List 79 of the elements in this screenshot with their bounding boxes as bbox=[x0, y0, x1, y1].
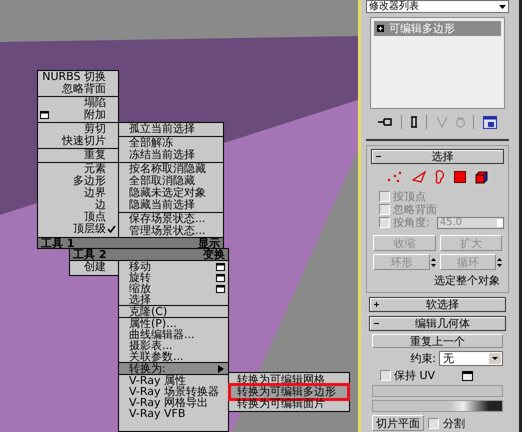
menu-item[interactable]: 摄影表... bbox=[119, 340, 228, 351]
repeat-last-button[interactable]: 重复上一个 bbox=[372, 334, 503, 348]
menu-item[interactable]: 关联参数... bbox=[119, 351, 228, 362]
configure-icon[interactable] bbox=[482, 116, 497, 128]
checkbox[interactable] bbox=[428, 418, 439, 428]
menu-item[interactable]: 转换为可编辑面片 bbox=[231, 398, 347, 410]
rollout-header[interactable]: 选择 bbox=[371, 149, 504, 164]
element-mode-icon[interactable] bbox=[475, 170, 488, 184]
header-title: 显示 bbox=[198, 238, 220, 248]
menu-item[interactable]: V-Ray 场景转换器 bbox=[119, 386, 228, 397]
menu-item[interactable]: 创建 bbox=[70, 261, 118, 273]
settings-box-icon[interactable] bbox=[216, 284, 225, 292]
checkbox[interactable] bbox=[379, 204, 390, 215]
menu-item[interactable]: 转换为: bbox=[119, 363, 228, 374]
menu-item[interactable]: 移动 bbox=[119, 261, 228, 272]
rollout-header[interactable]: 编辑几何体 bbox=[369, 316, 506, 331]
menu-item[interactable]: 缩放 bbox=[119, 283, 228, 294]
menu-item[interactable]: 旋转 bbox=[119, 272, 228, 283]
header-title: 工具 1 bbox=[41, 238, 74, 248]
menu-item[interactable]: 顶层级 bbox=[38, 223, 118, 235]
modifier-list-dropdown[interactable]: 修改器列表 bbox=[366, 0, 509, 13]
checkbox-label: 按角度: bbox=[393, 215, 430, 230]
expand-icon[interactable] bbox=[377, 25, 384, 32]
menu-item[interactable]: 剪切 bbox=[38, 123, 118, 135]
border-mode-icon[interactable] bbox=[435, 170, 445, 184]
pin-icon[interactable] bbox=[378, 117, 392, 127]
edge-mode-icon[interactable] bbox=[412, 171, 426, 183]
menu-item[interactable]: 属性(P)... bbox=[119, 318, 228, 329]
checkbox[interactable] bbox=[379, 191, 390, 202]
menu-item[interactable]: 塌陷 bbox=[38, 97, 118, 109]
menu-item[interactable]: 全部取消隐藏 bbox=[119, 175, 223, 187]
pipe-icon[interactable] bbox=[410, 116, 418, 128]
menu-item[interactable]: 保存场景状态... bbox=[119, 213, 223, 225]
settings-box-icon[interactable] bbox=[216, 262, 225, 270]
menu-item[interactable]: 管理场景状态... bbox=[119, 225, 223, 237]
menu-item[interactable]: 元素 bbox=[38, 163, 118, 175]
slice-plane-button[interactable]: 切片平面 bbox=[372, 415, 424, 431]
menu-item[interactable]: 顶点 bbox=[38, 211, 118, 223]
checkbox-label: 保持 UV bbox=[394, 368, 436, 383]
menu-item[interactable]: 按名称取消隐藏 bbox=[119, 163, 223, 175]
constraint-label: 约束: bbox=[410, 351, 436, 366]
polygon-mode-icon[interactable] bbox=[454, 171, 466, 183]
menu-item[interactable]: V-Ray 属性 bbox=[119, 375, 228, 386]
menu-item[interactable]: 忽略背面 bbox=[38, 83, 118, 95]
menu-item[interactable]: 曲线编辑器... bbox=[119, 329, 228, 340]
checkbox[interactable] bbox=[379, 217, 390, 228]
settings-box-icon[interactable] bbox=[40, 111, 49, 119]
menu-item[interactable]: 快速切片 bbox=[38, 135, 118, 147]
expand-icon bbox=[374, 302, 379, 307]
checkbox-label: 忽略背面 bbox=[393, 202, 437, 216]
menu-item[interactable]: V-Ray 网格导出 bbox=[119, 397, 228, 408]
header-title: 工具 2 bbox=[73, 249, 106, 260]
menu-item[interactable]: NURBS 切换 bbox=[38, 71, 118, 83]
header-title: 变换 bbox=[203, 249, 225, 260]
settings-box-icon[interactable] bbox=[216, 274, 225, 282]
menu-item[interactable]: 隐藏未选定对象 bbox=[119, 187, 223, 199]
menu-item[interactable]: 克隆(C) bbox=[119, 306, 228, 317]
rollout-header[interactable]: 软选择 bbox=[369, 297, 506, 312]
menu-item[interactable]: 转换为可编辑多边形 bbox=[231, 386, 347, 398]
checkbox[interactable] bbox=[380, 370, 391, 381]
settings-box-icon[interactable] bbox=[462, 370, 474, 380]
checkbox-label: 按顶点 bbox=[393, 189, 426, 204]
menu-item[interactable]: 选择 bbox=[119, 294, 228, 305]
menu-item[interactable]: V-Ray VFB bbox=[119, 408, 228, 419]
selection-status-text: 选定整个对象 bbox=[433, 273, 501, 288]
vertex-mode-icon[interactable] bbox=[387, 171, 403, 183]
menu-item[interactable]: 重复 bbox=[38, 149, 118, 161]
menu-item[interactable]: 全部解冻 bbox=[119, 137, 223, 149]
menu-item[interactable]: 孤立当前选择 bbox=[119, 123, 223, 135]
checkbox-label: 分割 bbox=[443, 416, 465, 430]
check-icon bbox=[107, 225, 116, 233]
menu-item[interactable]: 冻结当前选择 bbox=[119, 149, 223, 161]
menu-item[interactable]: 多边形 bbox=[38, 175, 118, 187]
menu-item[interactable]: 隐藏当前选择 bbox=[119, 199, 223, 211]
menu-item[interactable]: 边 bbox=[38, 199, 118, 211]
dropdown-arrow-icon bbox=[499, 4, 506, 8]
constraint-dropdown[interactable]: 无 bbox=[439, 351, 503, 366]
menu-item[interactable]: 附加 bbox=[38, 109, 118, 121]
menu-item[interactable]: 边界 bbox=[38, 187, 118, 199]
